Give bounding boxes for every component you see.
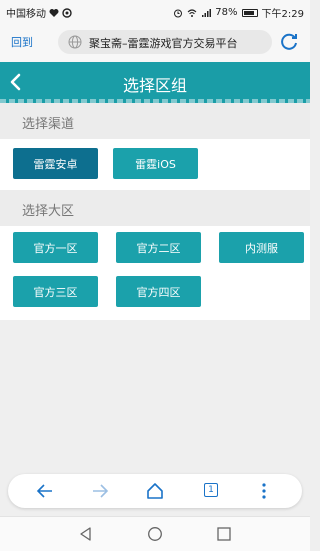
region-option-3[interactable]: 官方三区 [13,276,98,307]
battery-icon [241,8,258,17]
region-section-title: 选择大区 [22,204,75,219]
channel-section-header: 选择渠道 [0,103,310,139]
channel-option-android[interactable]: 雷霆安卓 [13,148,98,179]
url-field[interactable]: 聚宝斋–雷霆游戏官方交易平台 [58,30,272,54]
region-option-2[interactable]: 官方二区 [116,232,201,263]
globe-icon [68,35,82,49]
home-icon[interactable] [145,481,165,501]
region-section-header: 选择大区 [0,190,310,226]
app-notification-icon [62,7,72,18]
more-menu-icon[interactable] [254,481,274,501]
nav-back-icon[interactable] [78,526,94,542]
region-option-1[interactable]: 官方一区 [13,232,98,263]
nav-home-icon[interactable] [147,526,163,542]
region-option-test[interactable]: 内测服 [219,232,304,263]
battery-percent: 78% [215,7,238,18]
channel-section-title: 选择渠道 [22,117,75,132]
tabs-button[interactable]: 1 [204,483,218,497]
status-bar: 中国移动 78% 下午2:29 [0,0,310,22]
forward-icon[interactable] [90,481,110,501]
return-link[interactable]: 回到 [11,34,33,50]
page-title: 选择区组 [122,76,187,95]
region-option-4[interactable]: 官方四区 [116,276,201,307]
browser-toolbar: 1 [8,474,302,508]
browser-address-bar: 回到 聚宝斋–雷霆游戏官方交易平台 [0,22,310,62]
page-header: 选择区组 [0,62,310,102]
channel-option-ios[interactable]: 雷霆iOS [113,148,198,179]
signal-icon [202,8,212,17]
carrier-text: 中国移动 [6,9,46,20]
wifi-icon [187,8,197,17]
nav-recents-icon[interactable] [216,526,232,542]
url-title: 聚宝斋–雷霆游戏官方交易平台 [89,37,238,50]
clock-text: 下午2:29 [261,9,304,20]
heart-icon [49,8,59,17]
alarm-icon [174,9,183,17]
region-options: 官方一区 官方二区 内测服 官方三区 官方四区 [0,226,310,320]
back-icon[interactable] [35,481,55,501]
refresh-icon[interactable] [279,32,299,52]
channel-options: 雷霆安卓 雷霆iOS [0,139,310,190]
system-navigation-bar [0,516,310,551]
